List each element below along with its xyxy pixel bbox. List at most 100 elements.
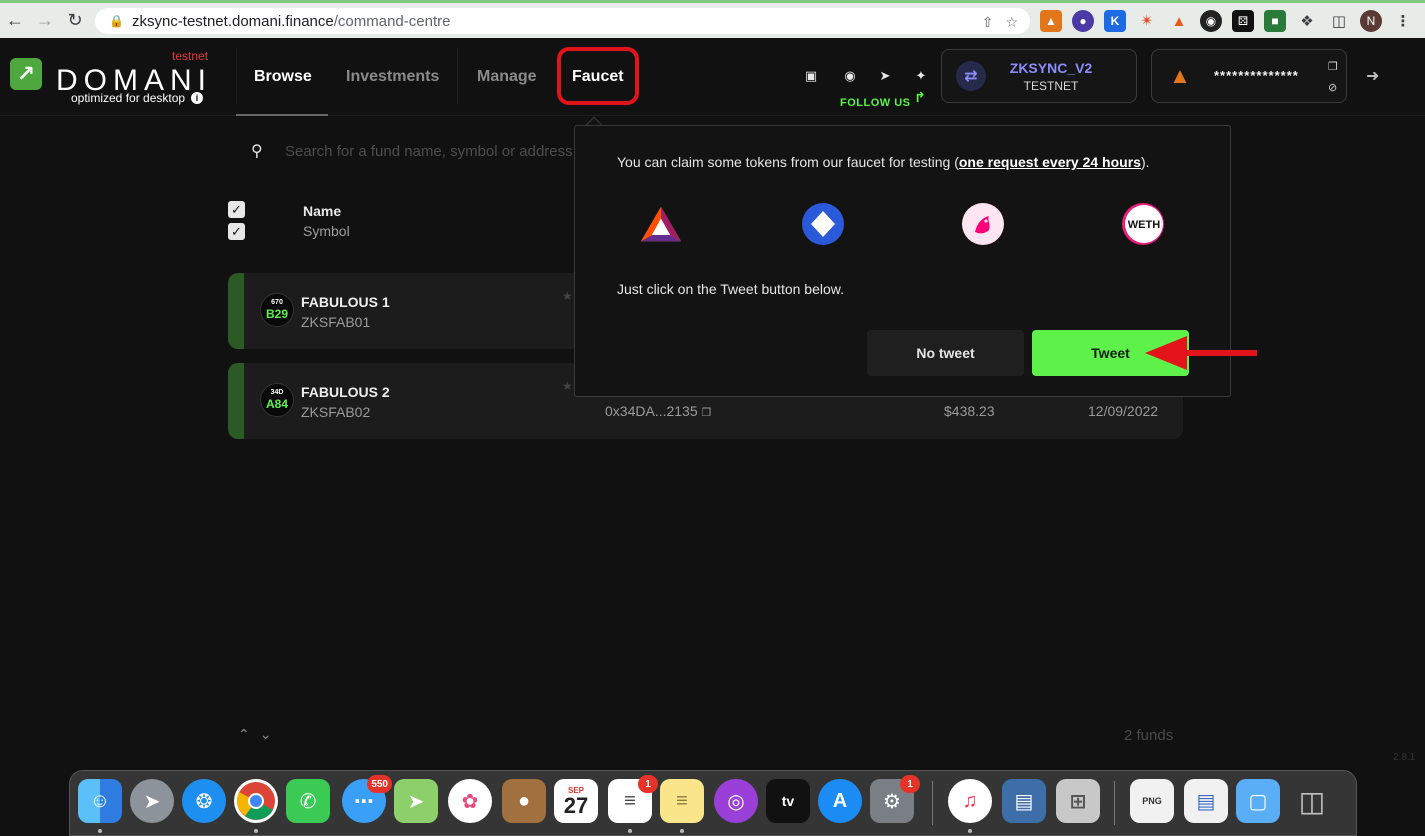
music-icon[interactable]: ♫ xyxy=(948,779,992,823)
extension-icon-a[interactable]: ▲ xyxy=(1168,10,1190,32)
tagline: optimized for desktop i xyxy=(71,91,204,105)
discord-icon[interactable]: ◉ xyxy=(842,68,858,84)
extension-icon-globe[interactable]: ◉ xyxy=(1200,10,1222,32)
notes-icon[interactable]: ≡ xyxy=(660,779,704,823)
tagline-text: optimized for desktop xyxy=(71,91,186,105)
weth-label: WETH xyxy=(1128,219,1160,231)
extension-icon-spark[interactable]: ✴ xyxy=(1136,10,1158,32)
folder-icon[interactable]: ▢ xyxy=(1236,779,1280,823)
extension-icon-2[interactable]: ● xyxy=(1072,10,1094,32)
weth-token-icon: WETH xyxy=(1121,202,1165,246)
chrome-icon[interactable] xyxy=(234,779,278,823)
contacts-icon[interactable]: ● xyxy=(502,779,546,823)
copy-icon[interactable]: ❐ xyxy=(1328,60,1338,73)
address-bar[interactable]: 🔒 zksync-testnet.domani.finance/command-… xyxy=(95,8,1030,34)
sidebar-panel-icon[interactable]: ◫ xyxy=(1328,10,1350,32)
tab-manage[interactable]: Manage xyxy=(477,68,537,86)
browser-menu-icon[interactable]: ⋮ xyxy=(1392,10,1414,32)
apple-tv-icon[interactable]: tv xyxy=(766,779,810,823)
extension-icon-dice[interactable]: ⚄ xyxy=(1232,10,1254,32)
follow-us-label: FOLLOW US xyxy=(840,97,911,109)
wallet-card[interactable]: ▲ ************** ❐ ⊘ xyxy=(1151,49,1347,103)
faucet-text-before: You can claim some tokens from our fauce… xyxy=(617,154,959,170)
running-indicator xyxy=(98,829,102,833)
calculator-icon[interactable]: ⊞ xyxy=(1056,779,1100,823)
reload-icon[interactable]: ↻ xyxy=(60,6,90,36)
red-annotation-arrow-icon xyxy=(1145,336,1257,370)
notion-icon[interactable]: ▣ xyxy=(803,68,819,84)
uni-token-icon xyxy=(961,202,1005,246)
column-header-symbol[interactable]: Symbol xyxy=(303,223,350,239)
url-host: zksync-testnet.domani.finance xyxy=(131,12,334,30)
image-capture-icon[interactable]: ▤ xyxy=(1002,779,1046,823)
running-indicator xyxy=(680,829,684,833)
faucet-limit-link[interactable]: one request every 24 hours xyxy=(959,154,1141,170)
collapse-all-icon[interactable]: ⌃ xyxy=(238,726,260,742)
preferences-badge: 1 xyxy=(900,775,920,793)
document-icon[interactable]: ▤ xyxy=(1184,779,1228,823)
extension-icon-k[interactable]: K xyxy=(1104,10,1126,32)
fund-name: FABULOUS 1 xyxy=(301,294,390,310)
name-column-checkbox[interactable]: ✓ xyxy=(228,201,245,218)
symbol-column-checkbox[interactable]: ✓ xyxy=(228,223,245,240)
finder-icon[interactable]: ☺ xyxy=(78,779,122,823)
forward-arrow-icon[interactable]: → xyxy=(30,6,60,36)
tab-browse[interactable]: Browse xyxy=(254,68,312,86)
fund-symbol: ZKSFAB02 xyxy=(301,404,371,420)
running-indicator xyxy=(628,829,632,833)
photos-icon[interactable]: ✿ xyxy=(448,779,492,823)
no-tweet-button[interactable]: No tweet xyxy=(867,330,1024,376)
maps-icon[interactable]: ➤ xyxy=(394,779,438,823)
app-header: ↗ DOMANI testnet optimized for desktop i… xyxy=(0,38,1425,116)
puzzle-extensions-icon[interactable]: ❖ xyxy=(1296,10,1318,32)
extension-icon-vpn[interactable]: ■ xyxy=(1264,10,1286,32)
fund-badge-top: 34D xyxy=(270,389,284,396)
running-indicator xyxy=(968,829,972,833)
metamask-extension-icon[interactable]: ▲ xyxy=(1040,10,1062,32)
tab-investments[interactable]: Investments xyxy=(346,68,439,86)
copy-address-icon[interactable]: ❐ xyxy=(702,407,712,419)
browser-toolbar: ← → ↻ 🔒 zksync-testnet.domani.finance/co… xyxy=(0,0,1425,38)
messages-icon[interactable]: ⋯ 550 xyxy=(342,775,392,823)
column-header-name[interactable]: Name xyxy=(303,203,341,219)
network-type: TESTNET xyxy=(1023,79,1079,93)
fund-symbol: ZKSFAB01 xyxy=(301,314,371,330)
profile-avatar[interactable]: N xyxy=(1360,10,1382,32)
share-icon[interactable]: ⇧ xyxy=(982,14,994,31)
dock-separator xyxy=(932,781,933,825)
domani-logo-icon[interactable]: ↗ xyxy=(10,58,42,90)
fund-address: 0x34DA...2135 ❐ xyxy=(605,403,711,419)
network-selector[interactable]: ⇄ ZKSYNC_V2 TESTNET xyxy=(941,49,1137,103)
eye-slash-icon[interactable]: ⊘ xyxy=(1328,81,1337,94)
bookmark-star-icon[interactable]: ☆ xyxy=(1005,14,1018,31)
dock-separator xyxy=(1114,781,1115,825)
favorite-star-icon[interactable]: ★ xyxy=(562,289,573,303)
app-store-icon[interactable]: A xyxy=(818,779,862,823)
fund-name: FABULOUS 2 xyxy=(301,384,390,400)
favorite-star-icon[interactable]: ★ xyxy=(562,379,573,393)
search-input[interactable] xyxy=(285,139,575,163)
running-indicator xyxy=(254,829,258,833)
facetime-icon[interactable]: ✆ xyxy=(286,779,330,823)
twitter-icon[interactable]: ✦ xyxy=(913,68,929,84)
launchpad-icon[interactable]: ➤ xyxy=(130,779,174,823)
trash-icon[interactable]: ◫ xyxy=(1290,779,1334,823)
fund-badge-top: 670 xyxy=(271,299,283,306)
png-label: PNG xyxy=(1142,796,1162,806)
back-arrow-icon[interactable]: ← xyxy=(0,6,30,36)
messages-badge: 550 xyxy=(367,775,392,793)
png-file-icon[interactable]: PNG xyxy=(1130,779,1174,823)
podcasts-icon[interactable]: ◎ xyxy=(714,779,758,823)
info-icon[interactable]: i xyxy=(191,92,204,104)
telegram-icon[interactable]: ➤ xyxy=(877,68,893,84)
calendar-icon[interactable]: SEP 27 xyxy=(554,779,598,823)
expand-all-icon[interactable]: ⌄ xyxy=(260,726,282,742)
safari-icon[interactable]: ❂ xyxy=(182,779,226,823)
fund-address-text: 0x34DA...2135 xyxy=(605,403,698,419)
macos-dock: ☺ ➤ ❂ ✆ ⋯ 550 ➤ ✿ ● SEP 27 ≡ 1 ≡ ◎ tv A … xyxy=(69,770,1357,836)
reminders-icon[interactable]: ≡ 1 xyxy=(608,775,658,823)
logout-icon[interactable]: ➜ xyxy=(1366,66,1379,86)
reminders-badge: 1 xyxy=(638,775,658,793)
system-preferences-icon[interactable]: ⚙ 1 xyxy=(870,775,920,823)
faucet-popup: You can claim some tokens from our fauce… xyxy=(574,125,1231,397)
